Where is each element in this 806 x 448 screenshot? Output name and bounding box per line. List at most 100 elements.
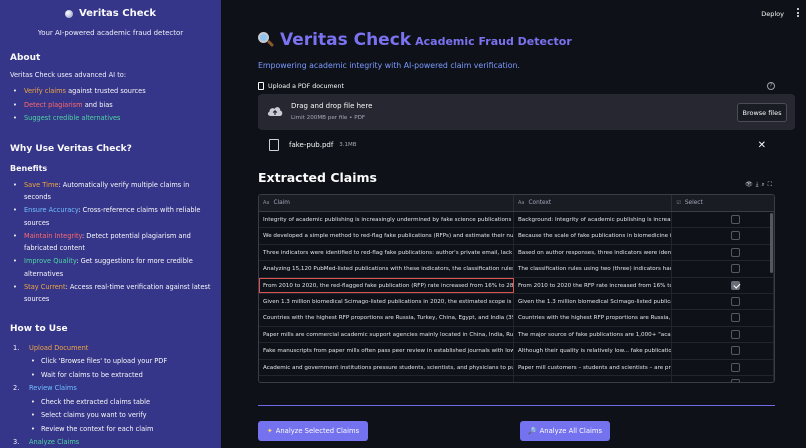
context-cell[interactable]: Because the scale of fake publications i… — [514, 228, 673, 244]
help-icon[interactable]: ? — [767, 82, 775, 90]
page-title-suffix: Academic Fraud Detector — [415, 35, 572, 48]
context-cell[interactable]: Countries with the highest RFP proportio… — [514, 310, 673, 326]
download-icon[interactable]: ⤓ — [756, 181, 759, 189]
fullscreen-icon[interactable]: ⛶ — [768, 181, 772, 189]
remove-file-icon[interactable]: ✕ — [758, 140, 766, 151]
context-cell[interactable]: From 2010 to 2020 the RFP rate increased… — [514, 277, 673, 293]
table-row[interactable]: Given 1.3 million biomedical Scimago-lis… — [259, 293, 774, 311]
table-row[interactable]: We developed a simple method to red-flag… — [259, 228, 774, 245]
select-cell[interactable] — [672, 375, 774, 382]
benefit-highlight: Maintain Integrity — [24, 231, 82, 240]
select-cell[interactable] — [672, 310, 774, 326]
browse-files-button[interactable]: Browse files — [737, 103, 787, 122]
claim-cell[interactable]: We developed a simple method to red-flag… — [259, 228, 514, 244]
section-heading: Extracted Claims — [258, 170, 377, 185]
analyze-all-button[interactable]: 🔎 Analyze All Claims — [520, 421, 610, 441]
table-row[interactable]: Countries with the highest RFP proportio… — [259, 310, 774, 327]
select-cell[interactable] — [672, 293, 774, 310]
claim-cell[interactable]: Countries with the highest RFP proportio… — [259, 310, 514, 326]
select-checkbox[interactable] — [731, 296, 741, 306]
analyze-all-label: Analyze All Claims — [539, 427, 603, 435]
table-scrollbar[interactable] — [770, 213, 773, 273]
step-item: 3. Analyze Claims — [13, 436, 211, 448]
column-header-claim[interactable]: Aa Claim — [259, 195, 514, 211]
select-checkbox[interactable] — [731, 215, 741, 224]
select-checkbox[interactable] — [731, 313, 741, 323]
about-list: Verify claims against trusted sources De… — [10, 85, 211, 126]
select-cell[interactable] — [672, 228, 774, 244]
search-icon[interactable]: ⌕ — [761, 181, 764, 189]
table-row[interactable]: Paper mills are commercial academic supp… — [259, 326, 774, 344]
select-checkbox[interactable] — [731, 280, 741, 290]
select-cell[interactable] — [672, 244, 774, 261]
deploy-button[interactable]: Deploy — [761, 10, 784, 18]
table-row[interactable]: Three indicators were identified to red-… — [259, 244, 774, 262]
table-row[interactable]: From 2010 to 2020, the red-flagged fake … — [259, 277, 774, 294]
claim-cell[interactable]: Three indicators were identified to red-… — [259, 244, 514, 261]
table-row[interactable]: Academic and government institutions pre… — [259, 359, 774, 376]
select-checkbox[interactable] — [731, 378, 741, 382]
claim-cell[interactable]: Analyzing 15,120 PubMed-listed publicati… — [259, 261, 514, 277]
analyze-selected-label: Analyze Selected Claims — [275, 427, 360, 435]
table-row[interactable]: Fake manuscripts from paper mills often … — [259, 343, 774, 360]
step-subitem: Select claims you want to verify — [13, 409, 211, 423]
select-cell[interactable] — [672, 277, 774, 293]
select-cell[interactable] — [672, 343, 774, 359]
step-subitem: Click 'Browse files' to upload your PDF — [13, 355, 211, 369]
column-header-context[interactable]: Aa Context — [514, 195, 673, 211]
sidebar-subtitle: Your AI-powered academic fraud detector — [37, 29, 184, 37]
benefit-item: Ensure Accuracy: Cross-reference claims … — [13, 204, 211, 229]
select-checkbox[interactable] — [731, 362, 741, 372]
select-checkbox[interactable] — [731, 346, 741, 356]
claim-cell[interactable]: Integrity of academic publishing is incr… — [259, 212, 514, 228]
claim-cell[interactable]: From 2010 to 2020, the red-flagged fake … — [259, 277, 514, 293]
file-icon — [269, 139, 279, 151]
select-cell[interactable] — [672, 359, 774, 375]
claim-cell[interactable] — [259, 375, 514, 382]
main-menu-icon[interactable] — [796, 8, 800, 19]
table-row[interactable]: Integrity of academic publishing is incr… — [259, 212, 774, 229]
claim-cell[interactable]: Fake manuscripts from paper mills often … — [259, 343, 514, 359]
steps-list: 1. Upload Document Click 'Browse files' t… — [10, 342, 211, 448]
benefits-heading: Benefits — [10, 163, 48, 173]
page-title: Veritas Check Academic Fraud Detector — [258, 30, 572, 50]
select-checkbox[interactable] — [731, 264, 741, 274]
step-label: Upload Document — [29, 343, 89, 352]
select-cell[interactable] — [672, 326, 774, 343]
context-cell[interactable]: Paper mill customers – students and scie… — [514, 359, 673, 375]
select-checkbox[interactable] — [731, 231, 741, 241]
context-cell[interactable]: The major source of fake publications ar… — [514, 326, 673, 343]
select-cell[interactable] — [672, 261, 774, 277]
context-cell[interactable]: The classification rules using two (thre… — [514, 261, 673, 277]
about-item-highlight: Verify claims — [24, 87, 66, 95]
step-number: 1. — [13, 343, 20, 352]
context-cell[interactable]: Background: Integrity of academic publis… — [514, 212, 673, 228]
claims-table[interactable]: Aa Claim Aa Context ☑ Select Integrity of a… — [258, 194, 775, 383]
select-checkbox[interactable] — [731, 247, 741, 257]
magnifier-icon: 🔎 — [527, 427, 537, 435]
claim-cell[interactable]: Paper mills are commercial academic supp… — [259, 326, 514, 343]
claim-cell[interactable]: Given 1.3 million biomedical Scimago-lis… — [259, 293, 514, 310]
table-row[interactable]: Analyzing 15,120 PubMed-listed publicati… — [259, 261, 774, 278]
step-subitem: Wait for claims to be extracted — [13, 369, 211, 383]
benefits-list: Save Time: Automatically verify multiple… — [10, 179, 211, 306]
context-cell[interactable] — [514, 375, 673, 382]
main-content: Deploy Veritas Check Academic Fraud Dete… — [221, 0, 806, 448]
benefit-highlight: Improve Quality — [24, 257, 77, 265]
select-checkbox[interactable] — [731, 329, 741, 339]
context-cell[interactable]: Although their quality is relatively low… — [514, 343, 673, 359]
context-cell[interactable]: Given the 1.3 million biomedical Scimago… — [514, 293, 673, 310]
benefit-highlight: Save Time — [24, 180, 59, 189]
tagline: Empowering academic integrity with AI-po… — [258, 61, 520, 70]
claim-cell[interactable]: Academic and government institutions pre… — [259, 359, 514, 375]
step-subitem: Check the extracted claims table — [13, 396, 211, 410]
context-cell[interactable]: Based on author responses, three indicat… — [514, 244, 673, 261]
file-dropzone[interactable]: Drag and drop file here Limit 200MB per … — [258, 94, 795, 130]
table-row[interactable] — [259, 375, 774, 382]
table-toolbar: 👁 ⤓ ⌕ ⛶ — [745, 181, 772, 189]
column-header-select[interactable]: ☑ Select — [672, 195, 774, 211]
visibility-icon[interactable]: 👁 — [745, 181, 753, 189]
analyze-selected-button[interactable]: ✦ Analyze Selected Claims — [258, 421, 368, 441]
select-cell[interactable] — [672, 212, 774, 228]
upload-label-text: Upload a PDF document — [268, 82, 344, 90]
